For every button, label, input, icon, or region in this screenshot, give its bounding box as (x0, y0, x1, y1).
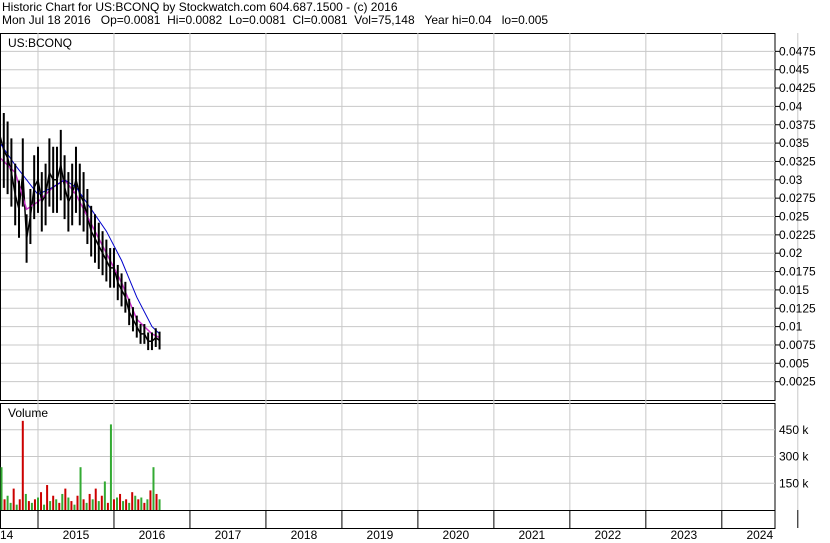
volume-bar (112, 499, 115, 510)
volume-bar (3, 499, 6, 510)
volume-bar (52, 495, 55, 510)
volume-bar (15, 504, 18, 510)
price-y-tick-label: 0.035 (779, 136, 809, 150)
price-y-tick-label: 0.0175 (779, 265, 816, 279)
x-axis-frame (0, 510, 776, 529)
volume-bar (158, 499, 161, 510)
price-y-tick-label: 0.0475 (779, 44, 816, 58)
volume-bar (40, 492, 43, 510)
volume-bar (12, 488, 15, 510)
volume-y-tick-label: 150 k (779, 476, 809, 490)
x-tick-label: 2016 (139, 528, 166, 542)
volume-bar (143, 502, 146, 510)
volume-bar (46, 485, 49, 510)
volume-bar (21, 420, 24, 510)
x-tick-label: 2022 (594, 528, 621, 542)
volume-y-tick-label: 300 k (779, 450, 809, 464)
volume-bar (131, 492, 134, 510)
price-y-tick-label: 0.015 (779, 283, 809, 297)
price-y-tick-label: 0.005 (779, 356, 809, 370)
x-tick-label: 2018 (291, 528, 318, 542)
volume-bar (76, 495, 79, 510)
x-tick-label: 2020 (443, 528, 470, 542)
volume-bar (33, 499, 36, 510)
volume-bar (36, 497, 39, 510)
price-y-tick-label: 0.0425 (779, 81, 816, 95)
price-y-tick-label: 0.0125 (779, 301, 816, 315)
volume-bar (125, 499, 128, 510)
volume-bar (88, 493, 91, 510)
x-tick-label: 2015 (63, 528, 90, 542)
price-y-tick-label: 0.03 (779, 173, 803, 187)
x-tick-label: 2017 (215, 528, 242, 542)
chart-symbol-label: US:BCONQ (8, 36, 72, 50)
volume-bar (55, 499, 58, 510)
volume-bar (58, 502, 61, 510)
volume-bar (116, 497, 119, 510)
price-y-tick-label: 0.045 (779, 63, 809, 77)
volume-bar (109, 424, 112, 510)
volume-bar (43, 504, 46, 510)
volume-bar (106, 502, 109, 510)
volume-bar (73, 504, 76, 510)
volume-bar (85, 502, 88, 510)
price-y-tick-label: 0.0075 (779, 338, 816, 352)
volume-bar (82, 499, 85, 510)
volume-bar (27, 501, 30, 510)
volume-bar (64, 488, 67, 510)
volume-bar (97, 501, 100, 510)
volume-bar (137, 499, 140, 510)
x-tick-label: 2024 (746, 528, 773, 542)
price-y-tick-label: 0.0375 (779, 118, 816, 132)
volume-bar (128, 502, 131, 510)
price-y-tick-label: 0.02 (779, 246, 803, 260)
volume-bar (0, 467, 3, 510)
volume-bar (149, 490, 152, 510)
volume-bar (61, 493, 64, 510)
historic-chart: 0.0475 0.045 0.0425 0.04 0.0375 0.035 0.0325 0.… (0, 33, 816, 542)
volume-bar (79, 467, 82, 510)
volume-bar (103, 481, 106, 510)
volume-bar (30, 502, 33, 510)
price-y-tick-label: 0.0225 (779, 228, 816, 242)
price-y-tick-label: 0.0325 (779, 154, 816, 168)
volume-bar (122, 501, 125, 510)
volume-bar (18, 499, 21, 510)
volume-bar (6, 495, 9, 510)
price-y-tick-label: 0.01 (779, 320, 803, 334)
x-tick-label: 2014 (0, 528, 14, 542)
volume-bar (49, 501, 52, 510)
volume-bar (134, 495, 137, 510)
x-tick-label: 2021 (519, 528, 546, 542)
x-tick-label: 2023 (670, 528, 697, 542)
volume-bar (152, 467, 155, 510)
volume-bar (67, 497, 70, 510)
volume-bar (146, 499, 149, 510)
volume-bar (100, 495, 103, 510)
volume-bar (155, 493, 158, 510)
volume-panel-label: Volume (8, 406, 48, 420)
volume-y-tick-label: 450 k (779, 423, 809, 437)
volume-bar (140, 497, 143, 510)
volume-bar (91, 499, 94, 510)
volume-bar (9, 502, 12, 510)
price-y-tick-label: 0.0025 (779, 375, 816, 389)
volume-bar (70, 501, 73, 510)
price-y-tick-label: 0.025 (779, 210, 809, 224)
x-tick-label: 2019 (367, 528, 394, 542)
volume-bar (24, 493, 27, 510)
volume-bar (119, 493, 122, 510)
volume-bar (94, 488, 97, 510)
price-y-tick-label: 0.04 (779, 99, 803, 113)
price-y-tick-label: 0.0275 (779, 191, 816, 205)
